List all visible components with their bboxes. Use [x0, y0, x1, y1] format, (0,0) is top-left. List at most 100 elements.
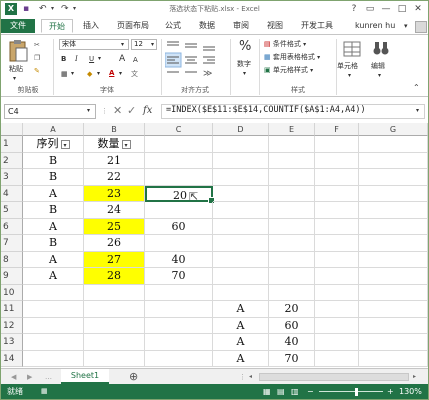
cell-d1[interactable] — [213, 136, 269, 153]
alignment-icons[interactable]: ≫ — [165, 39, 227, 81]
cell-g7[interactable] — [359, 235, 428, 252]
tab-view[interactable]: 视图 — [263, 19, 287, 33]
cell-f6[interactable] — [315, 218, 359, 235]
row-header-3[interactable]: 3 — [1, 169, 23, 186]
avatar[interactable] — [415, 21, 427, 33]
borders-icon[interactable]: ▦ — [61, 69, 68, 79]
font-color-dropdown-icon[interactable]: ▾ — [119, 69, 122, 79]
cell-c12[interactable] — [145, 317, 213, 334]
shrink-font-button[interactable]: A — [133, 55, 138, 65]
column-header-a[interactable]: A — [23, 123, 84, 136]
cell-a2[interactable]: B — [23, 152, 84, 169]
scroll-left-icon[interactable]: ◂ — [249, 373, 257, 381]
cell-g14[interactable] — [359, 350, 428, 367]
zoom-slider-thumb[interactable] — [355, 388, 358, 396]
next-sheet-icon[interactable]: ▶ — [27, 372, 32, 382]
number-format-button[interactable]: 数字 — [237, 59, 251, 69]
cell-g1[interactable] — [359, 136, 428, 153]
tab-data[interactable]: 数据 — [195, 19, 219, 33]
zoom-slider[interactable] — [319, 391, 383, 392]
cell-e4[interactable] — [269, 185, 315, 202]
tab-insert[interactable]: 插入 — [77, 19, 105, 33]
cell-b7[interactable]: 26 — [84, 235, 145, 252]
column-header-b[interactable]: B — [84, 123, 145, 136]
zoom-level[interactable]: 130% — [399, 384, 422, 399]
cell-b13[interactable] — [84, 334, 145, 351]
column-header-c[interactable]: C — [145, 123, 213, 136]
macro-record-icon[interactable]: ▦ — [41, 384, 48, 399]
cells-dropdown-icon[interactable]: ▾ — [348, 71, 351, 81]
cell-d7[interactable] — [213, 235, 269, 252]
cell-d10[interactable] — [213, 284, 269, 301]
cell-b12[interactable] — [84, 317, 145, 334]
paste-icon[interactable] — [7, 39, 29, 63]
cell-c7[interactable] — [145, 235, 213, 252]
add-sheet-icon[interactable]: ⊕ — [129, 370, 138, 383]
cancel-icon[interactable]: ✕ — [113, 104, 122, 118]
cell-c11[interactable] — [145, 301, 213, 318]
cell-b6[interactable]: 25 — [84, 218, 145, 235]
underline-dropdown-icon[interactable]: ▾ — [98, 54, 101, 64]
underline-button[interactable]: U — [89, 54, 94, 64]
cell-c4[interactable]: 20 ⇱ — [145, 185, 215, 204]
page-break-view-icon[interactable]: ▥ — [291, 384, 299, 399]
tab-file[interactable]: 文件 — [1, 19, 35, 33]
column-header-e[interactable]: E — [269, 123, 315, 136]
cell-a10[interactable] — [23, 284, 84, 301]
conditional-format-button[interactable]: ▤ 条件格式 ▾ — [264, 39, 306, 50]
tab-home[interactable]: 开始 — [41, 19, 73, 33]
cell-c2[interactable] — [145, 152, 213, 169]
horizontal-scrollbar[interactable] — [259, 373, 409, 381]
cell-a5[interactable]: B — [23, 202, 84, 219]
cut-icon[interactable]: ✂ — [34, 40, 40, 50]
cell-b10[interactable] — [84, 284, 145, 301]
column-header-d[interactable]: D — [213, 123, 269, 136]
row-header-1[interactable]: 1 — [1, 136, 23, 153]
column-header-f[interactable]: F — [315, 123, 359, 136]
font-size-dropdown-icon[interactable]: ▾ — [151, 40, 154, 50]
name-box-dropdown-icon[interactable]: ▾ — [87, 106, 90, 116]
cell-d8[interactable] — [213, 251, 269, 268]
tab-formulas[interactable]: 公式 — [161, 19, 185, 33]
select-all-corner[interactable] — [1, 123, 23, 136]
cell-d5[interactable] — [213, 202, 269, 219]
cell-f11[interactable] — [315, 301, 359, 318]
cell-b3[interactable]: 22 — [84, 169, 145, 186]
row-header-11[interactable]: 11 — [1, 301, 23, 318]
cell-b5[interactable]: 24 — [84, 202, 145, 219]
cell-f12[interactable] — [315, 317, 359, 334]
italic-button[interactable]: I — [75, 54, 78, 64]
cell-d4[interactable] — [213, 185, 269, 202]
cell-c8[interactable]: 40 — [145, 251, 213, 268]
maximize-icon[interactable]: □ — [395, 3, 409, 15]
cell-f4[interactable] — [315, 185, 359, 202]
row-header-13[interactable]: 13 — [1, 334, 23, 351]
zoom-out-icon[interactable]: − — [307, 384, 314, 399]
cell-styles-button[interactable]: ▣ 单元格样式 ▾ — [264, 65, 313, 76]
cell-d2[interactable] — [213, 152, 269, 169]
cell-c14[interactable] — [145, 350, 213, 367]
cell-e10[interactable] — [269, 284, 315, 301]
cell-e13[interactable]: 40 — [269, 334, 315, 351]
cell-e7[interactable] — [269, 235, 315, 252]
cell-c1[interactable] — [145, 136, 213, 153]
row-header-2[interactable]: 2 — [1, 152, 23, 169]
cell-f2[interactable] — [315, 152, 359, 169]
cell-a14[interactable] — [23, 350, 84, 367]
copy-icon[interactable]: ❐ — [34, 53, 40, 63]
cell-g10[interactable] — [359, 284, 428, 301]
row-header-8[interactable]: 8 — [1, 251, 23, 268]
cell-d3[interactable] — [213, 169, 269, 186]
cell-e3[interactable] — [269, 169, 315, 186]
page-layout-view-icon[interactable]: ▤ — [277, 384, 285, 399]
cell-c5[interactable] — [145, 202, 213, 219]
column-header-g[interactable]: G — [359, 123, 428, 136]
cell-b14[interactable] — [84, 350, 145, 367]
cell-d14[interactable]: A — [213, 350, 269, 367]
paste-label[interactable]: 粘贴 — [9, 64, 23, 74]
collapse-ribbon-icon[interactable]: ⌃ — [413, 83, 420, 93]
cell-b4[interactable]: 23 — [84, 185, 145, 202]
cell-a13[interactable] — [23, 334, 84, 351]
user-name[interactable]: kunren hu — [355, 19, 395, 33]
cell-f1[interactable] — [315, 136, 359, 153]
